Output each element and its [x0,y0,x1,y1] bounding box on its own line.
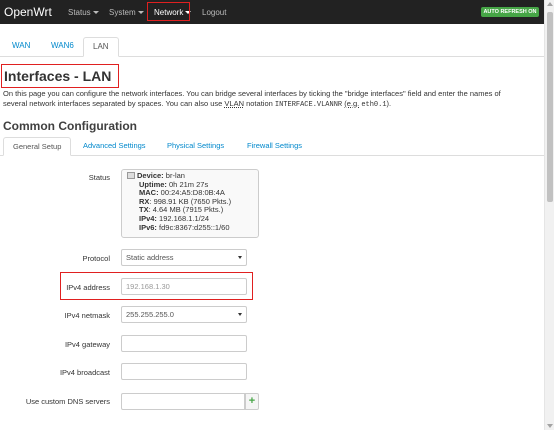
ipv6-value: fd9c:8367:d255::1/60 [159,222,230,232]
chevron-down-icon [238,313,242,316]
desc-text: several network interfaces separated by … [3,99,223,108]
ipv4-broadcast-input[interactable] [121,363,247,380]
ethernet-port-icon [127,172,135,179]
desc-text: notation [246,99,273,108]
tab-lan[interactable]: LAN [83,37,119,57]
tab-wan6[interactable]: WAN6 [42,37,83,57]
tab-firewall-settings[interactable]: Firewall Settings [238,137,311,156]
section-title: Common Configuration [3,119,137,133]
page-description: On this page you can configure the netwo… [3,89,543,110]
ipv4-highlight-box [60,272,253,300]
tab-general-setup[interactable]: General Setup [3,137,72,156]
auto-refresh-badge[interactable]: AUTO REFRESH ON [481,7,539,17]
ipv4-gateway-input[interactable] [121,335,247,352]
status-label: Status [88,173,110,182]
dns-label: Use custom DNS servers [25,397,110,406]
description-line-2: several network interfaces separated by … [3,99,543,110]
chevron-down-icon [238,256,242,259]
nav-status-label: Status [68,8,91,17]
tab-advanced-settings[interactable]: Advanced Settings [74,137,155,156]
protocol-label: Protocol [82,254,110,263]
desc-code: eth0.1 [361,101,387,109]
desc-text: ). [386,99,392,108]
dns-input[interactable] [121,393,245,410]
brand-logo[interactable]: OpenWrt [4,5,52,19]
nav-system-label: System [109,8,136,17]
chevron-down-icon [92,11,99,15]
status-ipv6: IPv6: fd9c:8367:d255::1/60 [127,222,258,233]
ipv4-netmask-label: IPv4 netmask [64,311,110,320]
add-dns-button[interactable]: + [245,393,259,410]
protocol-value: Static address [126,253,174,262]
description-line-1: On this page you can configure the netwo… [3,89,501,98]
title-highlight-box [1,64,119,88]
scrollbar[interactable] [544,0,554,430]
netmask-value: 255.255.255.0 [126,310,174,319]
network-highlight-box [147,2,190,21]
ipv4-gateway-label: IPv4 gateway [64,340,110,349]
nav-system[interactable]: System [109,8,144,17]
ipv4-netmask-select[interactable]: 255.255.255.0 [121,306,247,323]
protocol-select[interactable]: Static address [121,249,247,266]
top-navbar: OpenWrt Status System Network Logout AUT… [0,0,544,24]
tab-wan[interactable]: WAN [3,37,39,57]
scroll-thumb[interactable] [547,12,553,202]
status-box: Device: br-lan Uptime: 0h 21m 27s MAC: 0… [121,169,259,238]
vlan-abbr: VLAN [224,99,244,108]
tab-physical-settings[interactable]: Physical Settings [158,137,233,156]
scroll-down-arrow-icon[interactable] [547,424,553,428]
nav-status[interactable]: Status [68,8,99,17]
ipv4-broadcast-label: IPv4 broadcast [59,368,110,377]
eg-abbr: (e.g. [344,99,360,108]
ipv6-key: IPv6: [139,222,157,232]
nav-logout[interactable]: Logout [202,8,226,17]
scroll-up-arrow-icon[interactable] [547,2,553,6]
desc-code: INTERFACE.VLANNR [274,101,343,109]
chevron-down-icon [137,11,144,15]
